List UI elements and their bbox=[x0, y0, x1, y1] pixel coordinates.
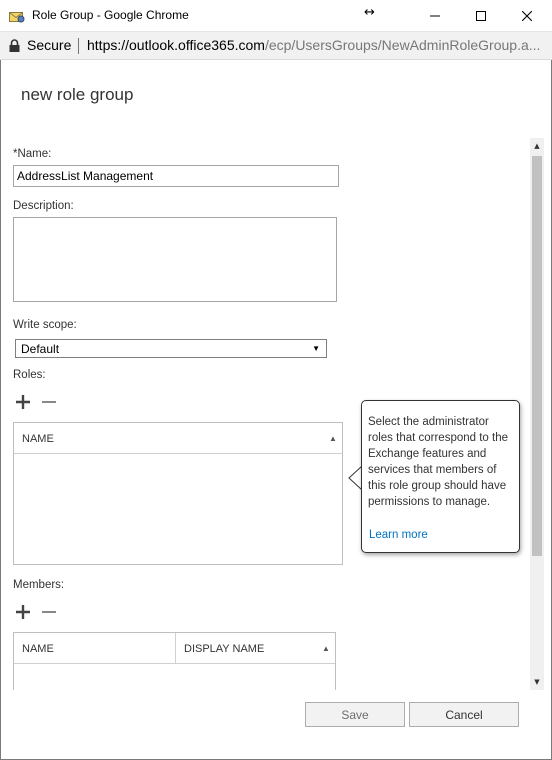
name-input[interactable] bbox=[13, 165, 339, 187]
add-role-button[interactable] bbox=[14, 393, 32, 411]
members-col-name[interactable]: NAME bbox=[14, 633, 174, 664]
scroll-up-arrow-icon[interactable]: ▲ bbox=[530, 138, 544, 154]
outlook-app-icon bbox=[9, 8, 25, 23]
description-label: Description: bbox=[13, 200, 74, 212]
write-scope-label: Write scope: bbox=[13, 319, 77, 331]
address-separator bbox=[78, 38, 79, 54]
minimize-icon bbox=[430, 15, 440, 17]
scroll-down-arrow-icon[interactable]: ▼ bbox=[530, 674, 544, 690]
url-host: https://outlook.office365.com bbox=[87, 37, 265, 53]
write-scope-select[interactable]: Default ▼ bbox=[15, 339, 327, 358]
dialog-title: new role group bbox=[21, 85, 134, 104]
plus-icon bbox=[16, 605, 30, 619]
close-button[interactable] bbox=[504, 0, 550, 32]
scrollbar-thumb[interactable] bbox=[532, 156, 542, 556]
minus-icon bbox=[42, 401, 56, 403]
close-icon bbox=[522, 11, 532, 21]
url-path: /ecp/UsersGroups/NewAdminRoleGroup.a... bbox=[264, 37, 541, 53]
dropdown-arrow-icon: ▼ bbox=[312, 344, 320, 353]
remove-member-button[interactable] bbox=[40, 603, 58, 621]
remove-role-button[interactable] bbox=[40, 393, 58, 411]
lock-icon bbox=[9, 39, 20, 55]
cancel-button[interactable]: Cancel bbox=[409, 702, 519, 727]
tooltip-text: Select the administrator roles that corr… bbox=[368, 416, 508, 508]
sort-ascending-icon: ▲ bbox=[329, 434, 337, 443]
roles-grid: NAME ▲ bbox=[13, 422, 343, 565]
maximize-button[interactable] bbox=[458, 0, 504, 32]
roles-label: Roles: bbox=[13, 369, 46, 381]
minimize-button[interactable] bbox=[412, 0, 458, 32]
maximize-icon bbox=[476, 11, 486, 21]
roles-col-name[interactable]: NAME bbox=[14, 423, 334, 454]
title-bar: Role Group - Google Chrome ↔ bbox=[0, 0, 552, 32]
name-label: *Name: bbox=[13, 148, 52, 160]
sort-ascending-icon: ▲ bbox=[322, 644, 330, 653]
vertical-scrollbar[interactable]: ▲ ▼ bbox=[530, 138, 544, 690]
resize-cursor-icon: ↔ bbox=[364, 5, 375, 20]
members-label: Members: bbox=[13, 579, 65, 591]
save-button[interactable]: Save bbox=[305, 702, 405, 727]
window-title: Role Group - Google Chrome bbox=[32, 8, 189, 22]
members-grid: NAME DISPLAY NAME ▲ bbox=[13, 632, 336, 690]
roles-help-tooltip: Select the administrator roles that corr… bbox=[361, 400, 520, 553]
roles-col-name-label: NAME bbox=[22, 433, 54, 445]
address-bar[interactable]: Secure https://outlook.office365.com/ecp… bbox=[0, 32, 552, 60]
members-col-display-name[interactable]: DISPLAY NAME bbox=[176, 633, 334, 664]
write-scope-value: Default bbox=[21, 342, 60, 356]
roles-grid-header: NAME ▲ bbox=[14, 423, 342, 454]
learn-more-link[interactable]: Learn more bbox=[369, 527, 428, 543]
minus-icon bbox=[42, 611, 56, 613]
add-member-button[interactable] bbox=[14, 603, 32, 621]
description-input[interactable] bbox=[13, 217, 337, 302]
members-grid-header: NAME DISPLAY NAME ▲ bbox=[14, 633, 335, 664]
url-text[interactable]: https://outlook.office365.com/ecp/UsersG… bbox=[87, 37, 540, 53]
plus-icon bbox=[16, 395, 30, 409]
secure-label: Secure bbox=[27, 37, 72, 53]
members-col-display-name-label: DISPLAY NAME bbox=[184, 643, 265, 655]
members-col-name-label: NAME bbox=[22, 643, 54, 655]
